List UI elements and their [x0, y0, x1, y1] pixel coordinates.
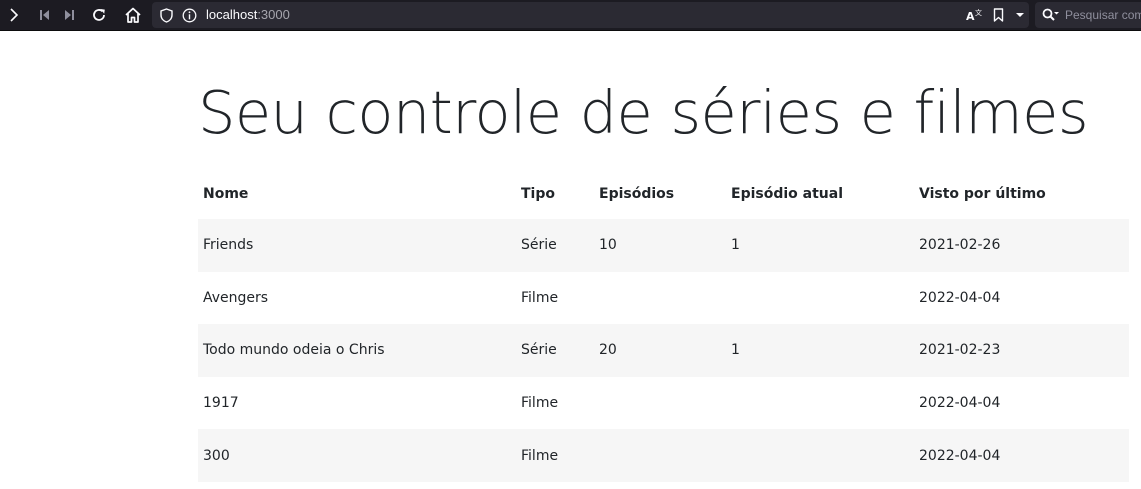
cell-tipo: Filme [521, 395, 559, 412]
tracking-shield-icon[interactable] [158, 7, 174, 23]
header-nome: Nome [203, 185, 249, 202]
search-bar[interactable] [1035, 2, 1141, 28]
cell-episodio-atual [726, 377, 914, 430]
bookmark-icon[interactable] [991, 7, 1005, 23]
cell-episodios [594, 272, 726, 325]
table-row: Avengers Filme 2022-04-04 [198, 272, 1129, 325]
cell-episodio-atual: 1 [726, 219, 914, 272]
svg-text:文: 文 [975, 8, 982, 17]
cell-visto: 2022-04-04 [914, 429, 1129, 482]
header-episodio-atual: Episódio atual [731, 185, 843, 202]
cell-nome: Todo mundo odeia o Chris [198, 324, 516, 377]
last-page-icon[interactable] [60, 3, 80, 27]
table-row: 300 Filme 2022-04-04 [198, 429, 1129, 482]
table-header-row: Nome Tipo Episódios Episódio atual Visto… [198, 168, 1129, 219]
cell-episodio-atual: 1 [726, 324, 914, 377]
search-icon[interactable] [1041, 7, 1059, 23]
page-title: Seu controle de séries e filmes [198, 78, 1089, 147]
sidebar-expand-icon[interactable] [4, 3, 24, 27]
cell-nome: Friends [198, 219, 516, 272]
url-host: localhost [206, 7, 258, 22]
header-visto: Visto por último [919, 185, 1046, 202]
header-episodios: Episódios [599, 185, 675, 202]
cell-episodios [594, 429, 726, 482]
search-input[interactable] [1065, 2, 1141, 28]
first-page-icon[interactable] [34, 3, 54, 27]
cell-episodio-atual [726, 429, 914, 482]
series-table: Nome Tipo Episódios Episódio atual Visto… [198, 168, 1129, 482]
cell-episodios: 20 [594, 324, 726, 377]
cell-episodios: 10 [594, 219, 726, 272]
cell-episodios [594, 377, 726, 430]
site-info-icon[interactable] [181, 7, 197, 23]
cell-tipo: Filme [521, 289, 559, 306]
url-text[interactable]: localhost:3000 [206, 2, 290, 28]
cell-tipo: Série [516, 219, 594, 272]
cell-visto: 2022-04-04 [919, 289, 1001, 306]
cell-visto: 2021-02-26 [914, 219, 1129, 272]
dropdown-icon[interactable] [1013, 7, 1027, 23]
svg-text:A: A [966, 10, 975, 22]
cell-visto: 2022-04-04 [919, 395, 1001, 412]
home-icon[interactable] [121, 3, 145, 27]
table-row: 1917 Filme 2022-04-04 [198, 377, 1129, 430]
cell-nome: 300 [198, 429, 516, 482]
cell-nome: 1917 [203, 395, 239, 412]
cell-tipo: Filme [516, 429, 594, 482]
header-tipo: Tipo [521, 185, 555, 202]
table-row: Friends Série 10 1 2021-02-26 [198, 219, 1129, 272]
translate-icon[interactable]: A文 [965, 7, 983, 23]
cell-nome: Avengers [203, 289, 269, 306]
url-bar[interactable]: localhost:3000 A文 [152, 2, 1029, 28]
url-port: :3000 [257, 7, 290, 22]
cell-visto: 2021-02-23 [914, 324, 1129, 377]
browser-toolbar: localhost:3000 A文 [0, 0, 1141, 31]
cell-tipo: Série [516, 324, 594, 377]
cell-episodio-atual [726, 272, 914, 325]
table-row: Todo mundo odeia o Chris Série 20 1 2021… [198, 324, 1129, 377]
reload-icon[interactable] [87, 3, 111, 27]
main-content: Seu controle de séries e filmes Nome Tip… [198, 31, 1129, 482]
